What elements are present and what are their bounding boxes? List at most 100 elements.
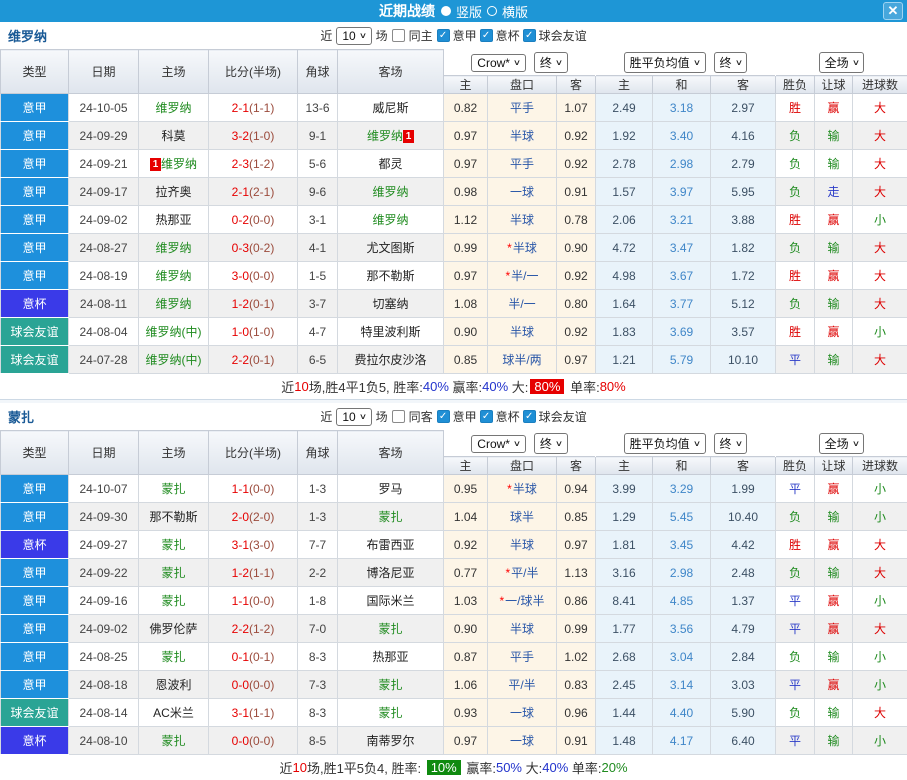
col-odds-draw: 和	[653, 457, 711, 475]
team-label: 蒙扎	[378, 706, 402, 720]
handicap-result: 输	[815, 290, 853, 318]
team-label: 热那亚	[155, 213, 191, 227]
corner-count: 8-3	[298, 699, 338, 727]
league-checkbox[interactable]: ✓	[523, 29, 536, 42]
fulltime-score: 1-2	[232, 297, 249, 311]
league-checkbox[interactable]: ✓	[437, 29, 450, 42]
odds-draw: 3.69	[653, 318, 711, 346]
team-label: 费拉尔皮沙洛	[354, 353, 426, 367]
team-cell: 蒙扎	[338, 699, 444, 727]
goals-result: 小	[853, 727, 907, 755]
matches-label: 场	[376, 408, 388, 425]
score-cell: 0-2(0-0)	[209, 206, 298, 234]
team-cell: 蒙扎	[139, 531, 209, 559]
col-goals: 进球数	[853, 76, 907, 94]
score-cell: 1-2(0-1)	[209, 290, 298, 318]
competition-badge: 意甲	[1, 503, 69, 531]
result: 负	[776, 122, 815, 150]
team-label: 威尼斯	[372, 101, 408, 115]
wdl-average-select[interactable]: 胜平负均值∨	[624, 52, 706, 73]
horizontal-layout-radio[interactable]	[487, 6, 497, 16]
league-label: 意甲	[453, 408, 477, 425]
ah-handicap-line: *一/球半	[488, 587, 557, 615]
halftime-score: (1-2)	[249, 622, 274, 636]
odds-time-select[interactable]: 终∨	[534, 52, 568, 73]
score-cell: 1-1(0-0)	[209, 587, 298, 615]
summary-segment: 场,胜4平1负5, 胜率:	[309, 377, 423, 396]
odds-draw: 3.40	[653, 122, 711, 150]
scope-select[interactable]: 全场∨	[819, 52, 865, 73]
result: 平	[776, 615, 815, 643]
team-cell: 那不勒斯	[338, 262, 444, 290]
ah-handicap-line: *半/一	[488, 262, 557, 290]
col-ah-away: 客	[557, 76, 596, 94]
vertical-layout-radio[interactable]	[441, 6, 451, 16]
match-count-select[interactable]: 10∨	[336, 27, 371, 45]
col-odds-draw: 和	[653, 76, 711, 94]
table-row: 意甲24-09-02热那亚0-2(0-0)3-1维罗纳1.12半球0.782.0…	[1, 206, 907, 234]
summary-segment: 场,胜1平5负4, 胜率:	[307, 758, 425, 777]
halftime-score: (0-2)	[249, 241, 274, 255]
wdl-time-select[interactable]: 终∨	[714, 433, 748, 454]
ah-away-odds: 0.92	[557, 262, 596, 290]
odds-home: 1.21	[596, 346, 653, 374]
team-cell: 热那亚	[338, 643, 444, 671]
same-venue-checkbox[interactable]	[392, 410, 405, 423]
col-odds-home: 主	[596, 76, 653, 94]
league-checkbox[interactable]: ✓	[437, 410, 450, 423]
team-label: 维罗纳	[155, 297, 191, 311]
team-cell: 国际米兰	[338, 587, 444, 615]
result: 负	[776, 150, 815, 178]
bookmaker-select[interactable]: Crow*∨	[471, 435, 526, 453]
summary-segment: 40%	[542, 760, 568, 775]
odds-home: 3.99	[596, 475, 653, 503]
ah-away-odds: 1.13	[557, 559, 596, 587]
score-cell: 2-1(1-1)	[209, 94, 298, 122]
wdl-time-select[interactable]: 终∨	[714, 52, 748, 73]
fulltime-score: 0-3	[232, 241, 249, 255]
close-icon[interactable]: ✕	[883, 2, 903, 20]
goals-result: 小	[853, 643, 907, 671]
team-cell: 维罗纳	[139, 262, 209, 290]
fulltime-score: 0-0	[232, 734, 249, 748]
ah-home-odds: 0.95	[444, 475, 488, 503]
ah-home-odds: 0.98	[444, 178, 488, 206]
match-count-select[interactable]: 10∨	[336, 408, 371, 426]
competition-badge: 意甲	[1, 643, 69, 671]
results-table: 类型 日期 主场 比分(半场) 角球 客场 Crow*∨ 终∨	[0, 49, 907, 374]
team-cell: 蒙扎	[338, 503, 444, 531]
league-checkbox[interactable]: ✓	[480, 29, 493, 42]
fulltime-score: 1-0	[232, 325, 249, 339]
chevron-down-icon: ∨	[851, 58, 859, 67]
table-row: 意甲24-08-19维罗纳3-0(0-0)1-5那不勒斯0.97*半/一0.92…	[1, 262, 907, 290]
chevron-down-icon: ∨	[359, 31, 367, 40]
col-ah-away: 客	[557, 457, 596, 475]
team-label: 蒙扎	[161, 594, 185, 608]
league-label: 球会友谊	[539, 27, 587, 44]
odds-time-select[interactable]: 终∨	[534, 433, 568, 454]
score-cell: 0-0(0-0)	[209, 727, 298, 755]
halftime-score: (1-1)	[249, 566, 274, 580]
odds-draw: 3.77	[653, 290, 711, 318]
league-checkbox[interactable]: ✓	[480, 410, 493, 423]
ah-home-odds: 0.97	[444, 122, 488, 150]
team-name: 蒙扎	[8, 407, 34, 426]
handicap-result: 赢	[815, 206, 853, 234]
halftime-score: (0-0)	[249, 269, 274, 283]
odds-draw: 3.56	[653, 615, 711, 643]
team-name: 维罗纳	[8, 26, 47, 45]
team-cell: 维罗纳1	[338, 122, 444, 150]
team-cell: 蒙扎	[338, 671, 444, 699]
same-venue-checkbox[interactable]	[392, 29, 405, 42]
league-checkbox[interactable]: ✓	[523, 410, 536, 423]
league-checkboxes: ✓意甲✓意杯✓球会友谊	[437, 27, 587, 44]
wdl-average-select[interactable]: 胜平负均值∨	[624, 433, 706, 454]
score-cell: 3-0(0-0)	[209, 262, 298, 290]
ah-handicap-line: 平手	[488, 643, 557, 671]
team-cell: 尤文图斯	[338, 234, 444, 262]
col-type: 类型	[1, 50, 69, 94]
bookmaker-select[interactable]: Crow*∨	[471, 54, 526, 72]
table-row: 意甲24-09-211维罗纳2-3(1-2)5-6都灵0.97平手0.922.7…	[1, 150, 907, 178]
scope-select[interactable]: 全场∨	[819, 433, 865, 454]
corner-count: 9-6	[298, 178, 338, 206]
